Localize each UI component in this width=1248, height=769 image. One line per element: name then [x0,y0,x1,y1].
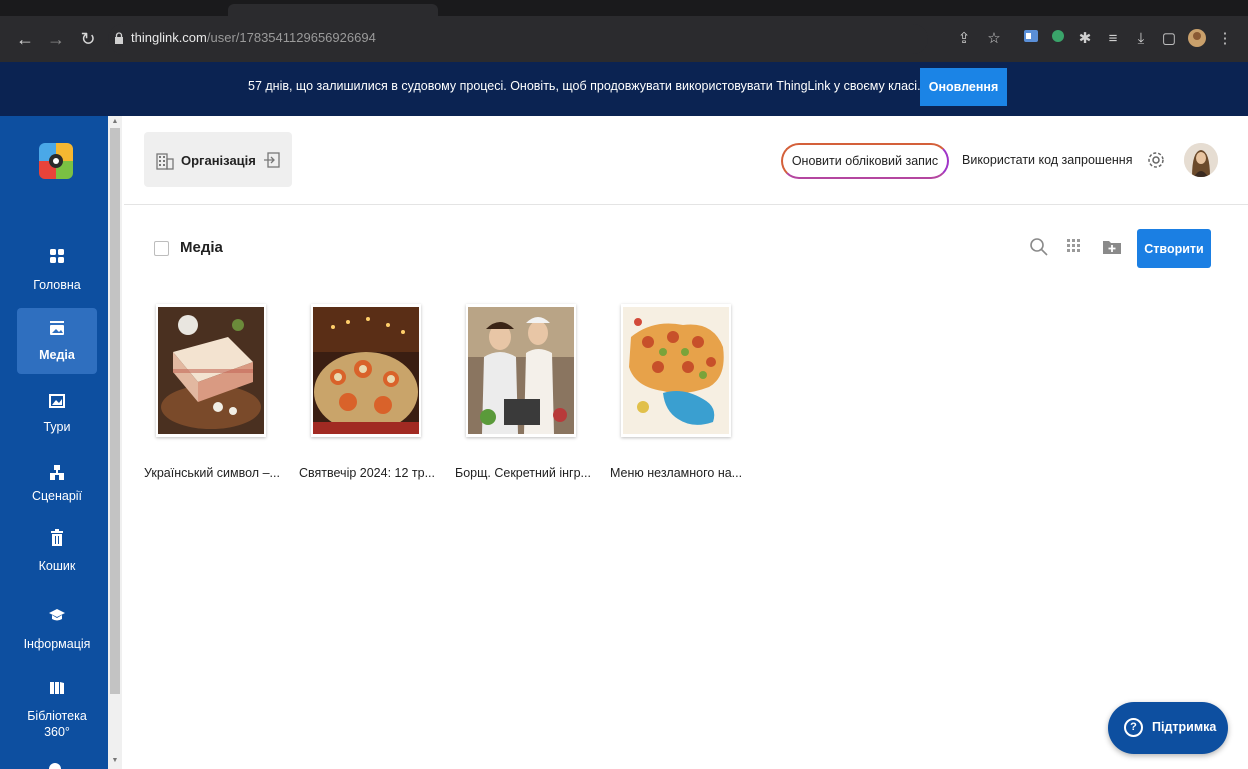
scenarios-icon [50,465,64,480]
user-avatar[interactable] [1184,143,1218,177]
forward-icon[interactable]: → [45,28,67,50]
media-thumbnail [313,307,419,434]
translate-extension-icon[interactable] [1020,28,1042,50]
upgrade-account-button[interactable]: Оновити обліковий запис [781,143,949,179]
sidebar-item-label: Медіа [39,348,75,362]
trial-banner-text: 57 днів, що залишилися в судовому процес… [248,79,921,93]
profile-avatar-icon[interactable] [1186,28,1208,50]
media-card-title[interactable]: Борщ. Секретний інгр... [455,466,591,480]
star-icon[interactable]: ☆ [983,28,1005,50]
reload-icon[interactable]: ↻ [77,28,99,50]
new-folder-icon[interactable] [1101,236,1123,258]
building-icon [156,153,174,170]
select-all-checkbox[interactable] [154,241,169,256]
grid-view-icon[interactable] [1064,236,1086,258]
window-icon[interactable]: ▢ [1158,28,1180,50]
tours-icon [49,394,65,408]
scroll-up-icon[interactable]: ▲ [108,118,122,125]
page-title: Медіа [180,239,223,256]
media-icon [50,321,64,335]
scroll-down-icon[interactable]: ▼ [108,757,122,764]
sidebar-item-home[interactable]: Головна [17,237,97,303]
browser-tab[interactable] [228,4,438,16]
upgrade-banner-button[interactable]: Оновлення [920,68,1007,106]
support-button[interactable]: ? Підтримка [1108,702,1228,754]
sidebar-item-trash[interactable]: Кошик [17,522,97,588]
sidebar-item-label: Кошик [38,559,76,573]
media-card[interactable] [621,304,731,437]
share-icon[interactable]: ⇪ [953,28,975,50]
media-thumbnail [468,307,574,434]
media-thumbnail [158,307,264,434]
sidebar-item-label: Головна [33,278,81,292]
trash-icon [51,529,63,546]
create-button[interactable]: Створити [1137,229,1211,268]
url-text[interactable]: thinglink.com/user/1783541129656926694 [131,30,376,45]
gear-icon[interactable] [1145,149,1167,171]
thinglink-logo[interactable] [39,143,73,179]
media-card[interactable] [156,304,266,437]
sidebar-item-label: Тури [43,420,71,434]
invite-code-link[interactable]: Використати код запрошення [962,153,1132,167]
browser-tab-strip [0,0,1248,16]
puzzle-icon[interactable]: ✱ [1074,28,1096,50]
support-label: Підтримка [1152,720,1217,734]
sidebar-item-label: Сценарії [31,489,83,503]
extension-icon[interactable] [1047,28,1069,50]
sidebar-more-icon [49,763,61,769]
switch-org-icon[interactable] [263,151,281,169]
media-card-title[interactable]: Святвечір 2024: 12 тр... [299,466,435,480]
back-icon[interactable]: ← [14,28,36,50]
media-card[interactable] [311,304,421,437]
sidebar-item-label: Бібліотека [27,709,87,723]
help-icon: ? [1124,718,1143,737]
organization-label: Організація [181,153,256,168]
search-icon[interactable] [1028,236,1050,258]
media-card[interactable] [466,304,576,437]
sidebar-item-tours[interactable]: Тури [17,380,97,446]
media-card-title[interactable]: Меню незламного на... [610,466,742,480]
library-icon [50,682,64,694]
reading-list-icon[interactable]: ≡ [1102,28,1124,50]
download-icon[interactable]: ⤓ [1130,28,1152,50]
sidebar-item-label: Інформація [23,637,91,651]
sidebar-item-label-line2: 360° [44,725,70,739]
info-cap-icon [49,609,65,621]
media-card-title[interactable]: Український символ –... [144,466,280,480]
menu-icon[interactable]: ⋮ [1214,28,1236,50]
media-thumbnail [623,307,729,434]
sidebar-item-info[interactable]: Інформація [17,597,97,663]
lock-icon [115,32,123,44]
sidebar-item-scenarios[interactable]: Сценарії [17,452,97,518]
home-grid-icon [50,249,64,263]
sidebar-item-media[interactable]: Медіа [17,308,97,374]
sidebar-item-library-360[interactable]: Бібліотека 360° [17,670,97,742]
header-divider [124,204,1248,205]
scrollbar-thumb[interactable] [110,128,120,694]
